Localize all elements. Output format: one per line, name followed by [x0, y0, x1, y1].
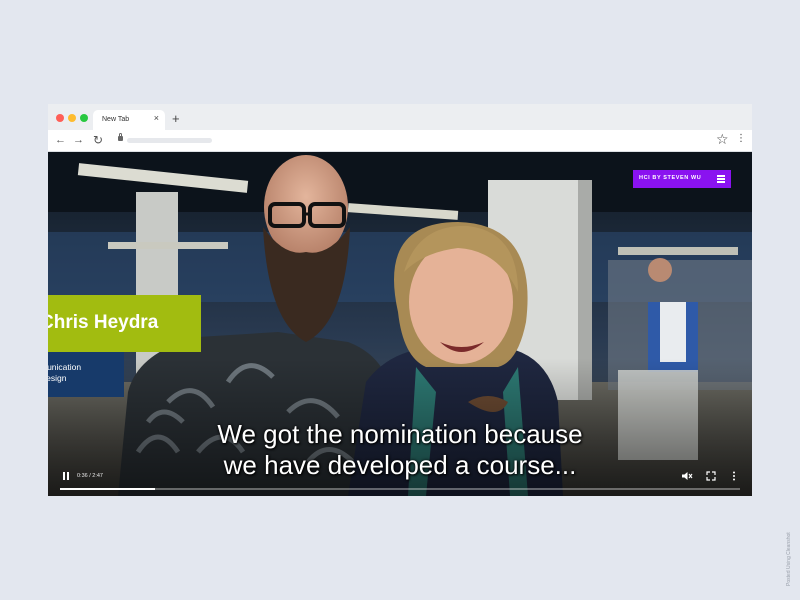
lower-third-role-plate: munication Design	[48, 352, 124, 397]
address-bar: ← → ↻ ☆ ⋮	[48, 130, 752, 152]
reload-button[interactable]: ↻	[93, 133, 103, 147]
progress-fill	[60, 488, 155, 490]
bookmark-star-icon[interactable]: ☆	[716, 132, 729, 147]
lock-icon	[118, 133, 123, 141]
fullscreen-icon[interactable]	[705, 470, 717, 482]
hamburger-menu-icon[interactable]	[717, 175, 725, 183]
brand-badge[interactable]: HCI by Steven Wu	[633, 170, 731, 188]
browser-window: New Tab × + ← → ↻ ☆ ⋮ HCI BY STEVEN WU C…	[48, 104, 752, 496]
browser-menu-icon[interactable]: ⋮	[736, 134, 746, 144]
minimize-window-button[interactable]	[68, 114, 76, 122]
lower-third-name-plate: Chris Heydra	[48, 295, 201, 352]
tab-new-tab[interactable]: New Tab ×	[93, 110, 165, 130]
close-tab-icon[interactable]: ×	[154, 114, 159, 123]
more-options-icon[interactable]	[728, 470, 740, 482]
forward-button[interactable]: →	[73, 133, 84, 147]
brand-badge-label: HCI by Steven Wu	[639, 175, 702, 181]
tab-bar: New Tab × +	[48, 104, 752, 130]
pause-icon[interactable]	[62, 472, 70, 481]
new-tab-button[interactable]: +	[172, 112, 180, 125]
url-input[interactable]	[110, 133, 735, 147]
speaker-name: Chris Heydra	[48, 312, 159, 333]
url-text	[127, 138, 212, 143]
close-window-button[interactable]	[56, 114, 64, 122]
player-controls: 0:36 / 2:47	[48, 462, 752, 496]
back-button[interactable]: ←	[55, 133, 66, 147]
speaker-role: munication Design	[48, 362, 82, 383]
video-player[interactable]: HCI by Steven Wu Chris Heydra munication…	[48, 152, 752, 496]
playback-time: 0:36 / 2:47	[77, 473, 103, 479]
progress-bar[interactable]	[60, 488, 740, 490]
tab-title: New Tab	[102, 116, 130, 123]
watermark: Posted Using Cleanshot	[786, 532, 792, 586]
mute-icon[interactable]	[681, 470, 693, 482]
subtitle-line-1: We got the nomination because	[217, 419, 583, 449]
maximize-window-button[interactable]	[80, 114, 88, 122]
